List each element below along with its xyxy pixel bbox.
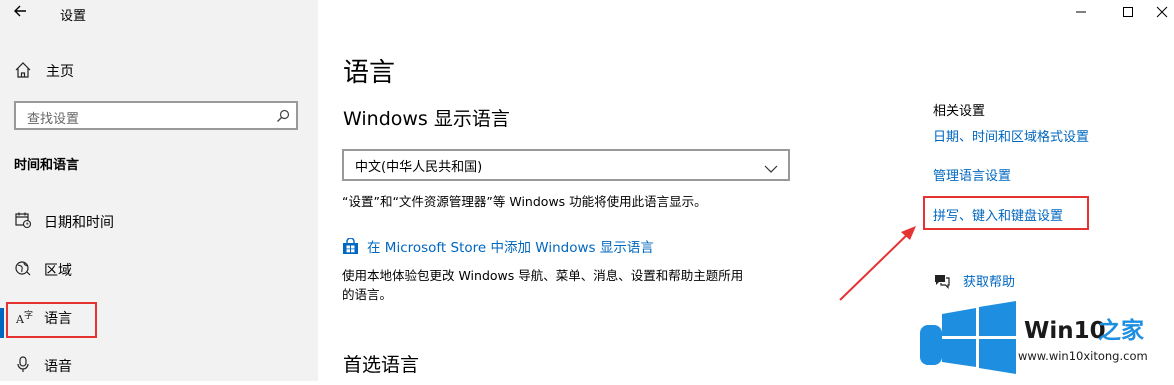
watermark-logo: Win10 之家 www.win10xitong.com [912, 300, 1174, 381]
watermark-url: www.win10xitong.com [1018, 349, 1148, 363]
watermark-brand-suffix: 之家 [1098, 317, 1144, 344]
watermark-brand: Win10 [1024, 318, 1106, 344]
